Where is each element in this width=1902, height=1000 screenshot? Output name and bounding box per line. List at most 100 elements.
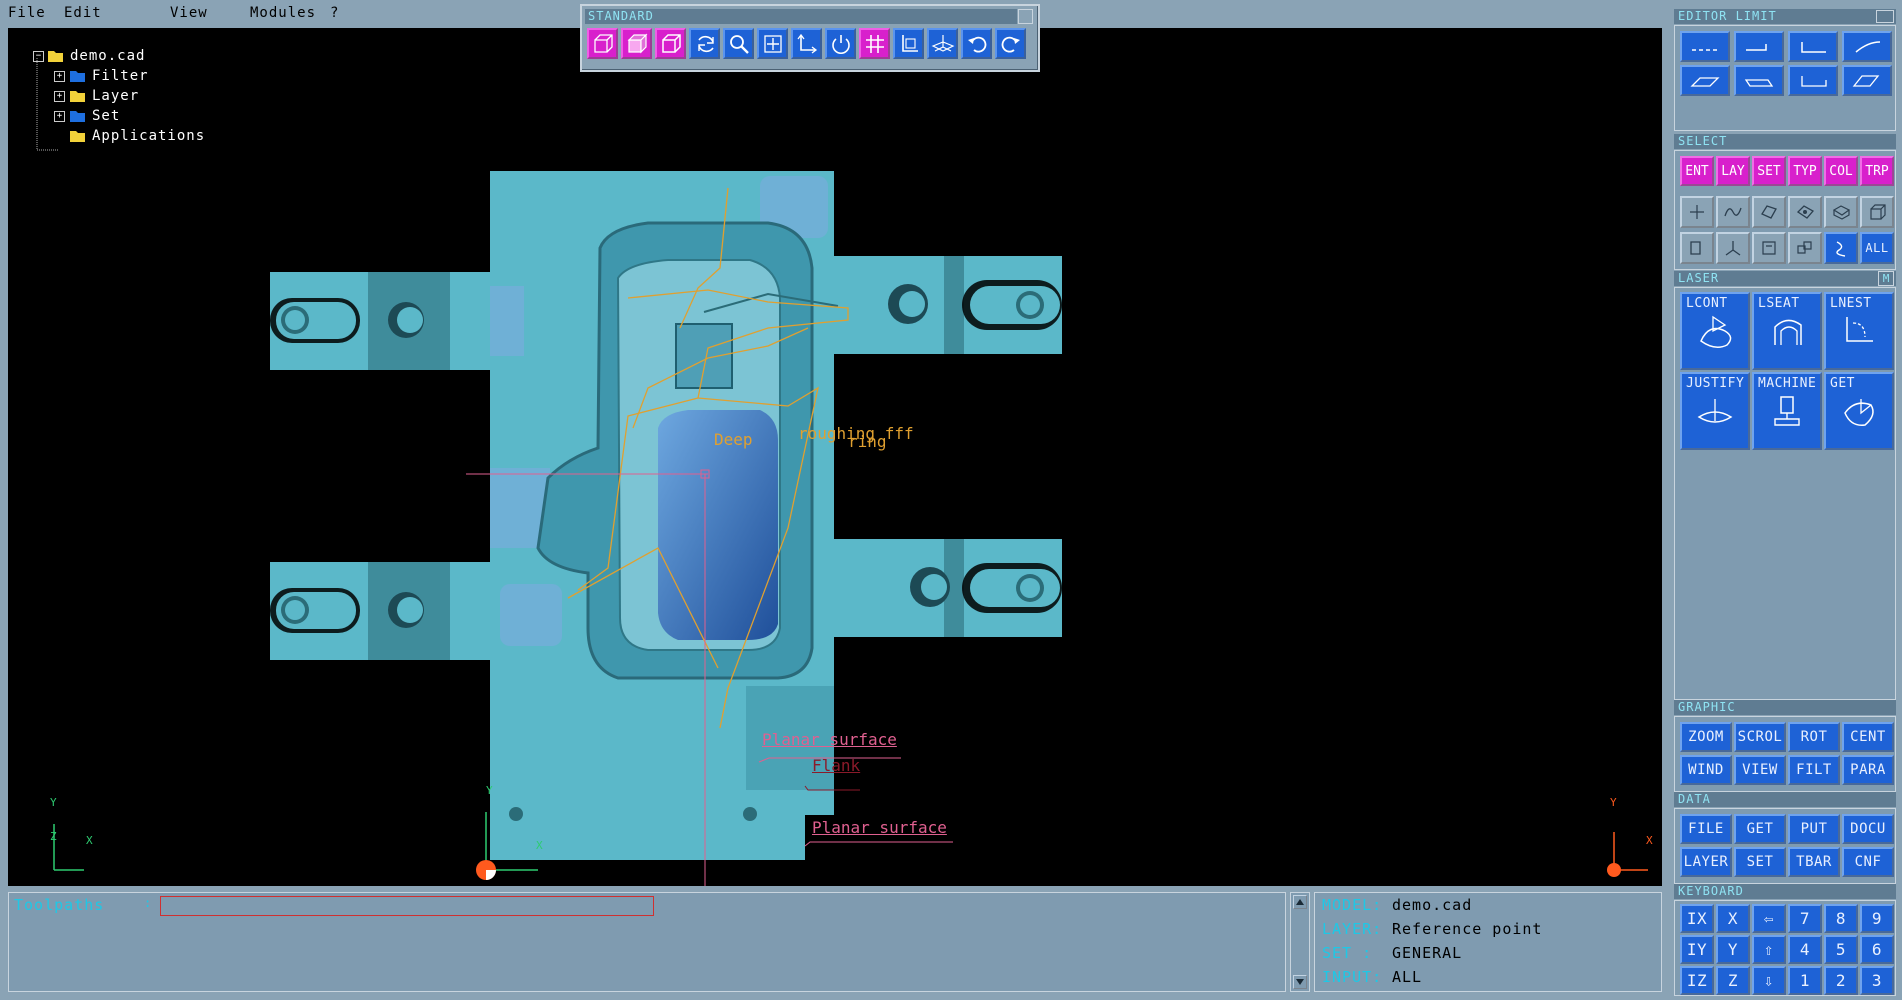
- regenerate-button[interactable]: [689, 28, 720, 59]
- limit-offset-button[interactable]: [1734, 65, 1784, 96]
- surface-filter-button[interactable]: [1752, 196, 1786, 228]
- graphic-rot-button[interactable]: ROT: [1788, 722, 1840, 752]
- key-3[interactable]: 7: [1788, 904, 1822, 933]
- shaded-cube-button[interactable]: [621, 28, 652, 59]
- data-docu-button[interactable]: DOCU: [1842, 814, 1894, 844]
- center-button[interactable]: [757, 28, 788, 59]
- menu-modules[interactable]: Modules: [250, 5, 316, 21]
- key-12[interactable]: IZ: [1680, 966, 1714, 995]
- key-11[interactable]: 6: [1860, 935, 1894, 964]
- solid-cube-icon: [661, 33, 681, 53]
- point-filter-icon: [1690, 205, 1704, 219]
- plane-filter-button[interactable]: [1680, 232, 1714, 264]
- limit-box-button[interactable]: [1788, 65, 1838, 96]
- limit-corner-button[interactable]: [1788, 31, 1838, 62]
- scroll-down-button[interactable]: [1293, 975, 1307, 989]
- key-14[interactable]: ⇩: [1752, 966, 1786, 995]
- key-7[interactable]: Y: [1716, 935, 1750, 964]
- face-filter-button[interactable]: [1788, 196, 1822, 228]
- laser-machine-button[interactable]: MACHINE: [1752, 372, 1822, 450]
- point-filter-button[interactable]: [1680, 196, 1714, 228]
- key-16[interactable]: 2: [1824, 966, 1858, 995]
- undo-icon: [967, 36, 986, 53]
- graphic-para-button[interactable]: PARA: [1842, 755, 1894, 785]
- key-8[interactable]: ⇧: [1752, 935, 1786, 964]
- data-layer-button[interactable]: LAYER: [1680, 847, 1732, 877]
- menu-file[interactable]: File: [8, 5, 46, 21]
- menu-help[interactable]: ?: [330, 5, 339, 21]
- laser-justify-button[interactable]: JUSTIFY: [1680, 372, 1750, 450]
- limit-surface-button[interactable]: [1842, 65, 1892, 96]
- graphic-wind-button[interactable]: WIND: [1680, 755, 1732, 785]
- laser-lseat-button[interactable]: LSEAT: [1752, 292, 1822, 370]
- scroll-up-button[interactable]: [1293, 895, 1307, 909]
- key-4[interactable]: 8: [1824, 904, 1858, 933]
- grid-button[interactable]: [859, 28, 890, 59]
- line-limit-button[interactable]: [1680, 31, 1730, 62]
- key-6[interactable]: IY: [1680, 935, 1714, 964]
- group-filter-button[interactable]: [1788, 232, 1822, 264]
- laser-lnest-button[interactable]: LNEST: [1824, 292, 1894, 370]
- select-tab-lay[interactable]: LAY: [1716, 156, 1750, 186]
- graphic-view-button[interactable]: VIEW: [1734, 755, 1786, 785]
- key-13[interactable]: Z: [1716, 966, 1750, 995]
- select-all-button[interactable]: ALL: [1860, 232, 1894, 264]
- data-tbar-button[interactable]: TBAR: [1788, 847, 1840, 877]
- select-tab-col[interactable]: COL: [1824, 156, 1858, 186]
- axis-filter-icon: [1725, 241, 1741, 256]
- axis-filter-button[interactable]: [1716, 232, 1750, 264]
- select-tab-trp[interactable]: TRP: [1860, 156, 1894, 186]
- graphic-zoom-button[interactable]: ZOOM: [1680, 722, 1732, 752]
- zoom-button[interactable]: [723, 28, 754, 59]
- select-tab-typ[interactable]: TYP: [1788, 156, 1822, 186]
- clamp-right-bottom: [834, 539, 1062, 637]
- graphic-filt-button[interactable]: FILT: [1788, 755, 1840, 785]
- data-set-button[interactable]: SET: [1734, 847, 1786, 877]
- graphic-scrol-button[interactable]: SCROL: [1734, 722, 1786, 752]
- limit-plane-button[interactable]: [1680, 65, 1730, 96]
- vertical-scrollbar[interactable]: [1290, 892, 1310, 992]
- redo-button[interactable]: [995, 28, 1026, 59]
- workplane-button[interactable]: [927, 28, 958, 59]
- key-9[interactable]: 4: [1788, 935, 1822, 964]
- key-1[interactable]: X: [1716, 904, 1750, 933]
- rotate-button[interactable]: [825, 28, 856, 59]
- key-17[interactable]: 3: [1860, 966, 1894, 995]
- key-5[interactable]: 9: [1860, 904, 1894, 933]
- data-get-button[interactable]: GET: [1734, 814, 1786, 844]
- toolpath-filter-button[interactable]: [1824, 232, 1858, 264]
- menu-view[interactable]: View: [170, 5, 208, 21]
- limit-trim-button[interactable]: [1734, 31, 1784, 62]
- toolbar-close-box[interactable]: [1018, 9, 1033, 24]
- center-icon: [763, 34, 782, 53]
- axes-button[interactable]: [791, 28, 822, 59]
- data-file-button[interactable]: FILE: [1680, 814, 1732, 844]
- key-15[interactable]: 1: [1788, 966, 1822, 995]
- key-10[interactable]: 5: [1824, 935, 1858, 964]
- curve-filter-button[interactable]: [1716, 196, 1750, 228]
- wireframe-cube-button[interactable]: [587, 28, 618, 59]
- laser-m-button[interactable]: M: [1878, 271, 1894, 286]
- laser-get-button[interactable]: GET: [1824, 372, 1894, 450]
- dimension-filter-button[interactable]: [1752, 232, 1786, 264]
- graphic-cent-button[interactable]: CENT: [1842, 722, 1894, 752]
- select-tab-ent[interactable]: ENT: [1680, 156, 1714, 186]
- key-2[interactable]: ⇦: [1752, 904, 1786, 933]
- solid-filter-button[interactable]: [1860, 196, 1894, 228]
- limit-surface-icon: [1852, 74, 1880, 87]
- undo-button[interactable]: [961, 28, 992, 59]
- menu-edit[interactable]: Edit: [64, 5, 102, 21]
- frame-button[interactable]: [893, 28, 924, 59]
- plane-filter-icon: [1690, 241, 1701, 255]
- laser-lcont-button[interactable]: LCONT: [1680, 292, 1750, 370]
- data-cnf-button[interactable]: CNF: [1842, 847, 1894, 877]
- select-tab-set[interactable]: SET: [1752, 156, 1786, 186]
- limit-arc-button[interactable]: [1842, 31, 1892, 62]
- graphics-viewport[interactable]: − demo.cad + Filter + Layer + Set Applic…: [8, 28, 1662, 886]
- solid-cube-button[interactable]: [655, 28, 686, 59]
- shell-filter-button[interactable]: [1824, 196, 1858, 228]
- editor-limit-close-box[interactable]: [1876, 10, 1894, 23]
- toolpaths-input[interactable]: [160, 896, 654, 916]
- key-0[interactable]: IX: [1680, 904, 1714, 933]
- data-put-button[interactable]: PUT: [1788, 814, 1840, 844]
